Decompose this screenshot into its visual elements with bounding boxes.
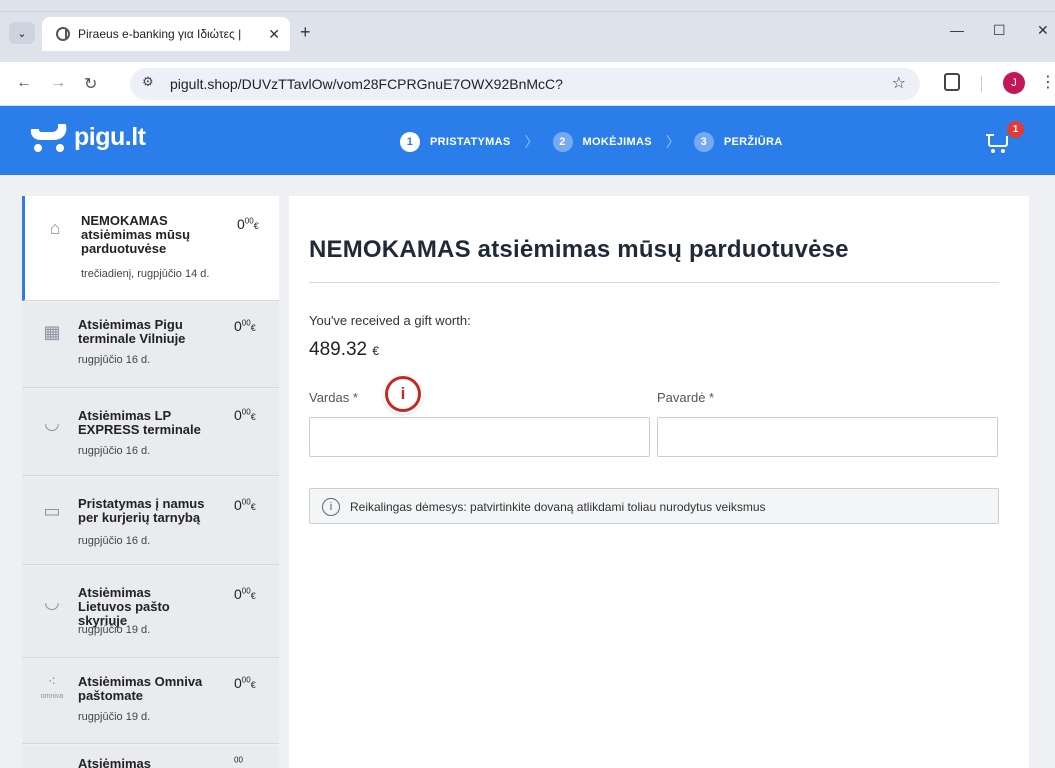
delivery-details-panel: NEMOKAMAS atsiėmimas mūsų parduotuvėse Y… <box>289 196 1029 768</box>
step-label: PRISTATYMAS <box>430 136 511 148</box>
toolbar-separator <box>981 76 982 92</box>
step-delivery[interactable]: 1 PRISTATYMAS <box>400 132 511 152</box>
gift-label: You've received a gift worth: <box>309 313 471 328</box>
info-icon: i <box>322 498 340 516</box>
back-arrow-icon[interactable]: ← <box>16 74 32 92</box>
delivery-option-courier[interactable]: ▭ Pristatymas į namus per kurjerių tarny… <box>22 477 279 565</box>
site-settings-icon[interactable]: ⚙ <box>142 74 154 90</box>
new-tab-button[interactable]: + <box>300 22 311 43</box>
pigu-cart-logo-icon <box>29 123 71 152</box>
address-bar-row: ← → ↻ ⚙ pigult.shop/DUVzTTavlOw/vom28FCP… <box>0 62 1055 106</box>
step-label: PERŽIŪRA <box>723 136 783 148</box>
cart-count-badge: 1 <box>1007 121 1024 138</box>
step-separator-icon: 〉 <box>524 134 539 150</box>
logo-text: pigu.lt <box>74 123 146 151</box>
delivery-option-price: 000€ <box>234 586 256 602</box>
globe-icon <box>56 27 70 41</box>
url-text[interactable]: pigult.shop/DUVzTTavlOw/vom28FCPRGnuE7OW… <box>170 76 563 92</box>
last-name-input[interactable] <box>657 417 998 457</box>
delivery-option-pigu-terminal[interactable]: ▦ Atsiėmimas Pigu terminale Vilniuje rug… <box>22 302 279 388</box>
delivery-option-date: rugpjūčio 16 d. <box>78 445 151 457</box>
tab-title: Piraeus e-banking για Ιδιώτες | <box>78 27 242 41</box>
delivery-option-title: Atsiėmimas <box>78 756 151 768</box>
step-review[interactable]: 3 PERŽIŪRA <box>693 132 783 152</box>
delivery-option-price: 000€ <box>234 318 256 334</box>
bookmark-star-icon[interactable]: ☆ <box>892 73 906 93</box>
delivery-option-date: rugpjūčio 19 d. <box>78 624 151 636</box>
delivery-option-title: Atsiėmimas Pigu terminale Vilniuje <box>78 317 186 346</box>
step-number: 2 <box>552 132 573 152</box>
delivery-option-omniva[interactable]: ⁖ omniva Atsiėmimas Omniva paštomate rugp… <box>22 659 279 744</box>
title-divider <box>309 282 999 283</box>
attention-notice: i Reikalingas dėmesys: patvirtinkite dov… <box>309 488 999 524</box>
profile-avatar[interactable]: J <box>1003 72 1025 94</box>
delivery-option-title: NEMOKAMAS atsiėmimas mūsų parduotuvėse <box>81 213 191 256</box>
delivery-option-date: rugpjūčio 16 d. <box>78 354 151 366</box>
tab-search-button[interactable]: ⌄ <box>9 22 35 44</box>
extensions-icon[interactable] <box>944 73 960 91</box>
forward-arrow-icon[interactable]: → <box>50 74 66 92</box>
delivery-option-title: Atsiėmimas Omniva paštomate <box>78 674 203 703</box>
delivery-option-price: 000€ <box>234 407 256 423</box>
notice-text: Reikalingas dėmesys: patvirtinkite dovan… <box>350 500 766 514</box>
locker-icon: ▦ <box>43 322 61 342</box>
reload-icon[interactable]: ↻ <box>84 74 97 94</box>
browser-tab[interactable]: Piraeus e-banking για Ιδιώτες | ✕ <box>42 17 290 51</box>
browser-menu-icon[interactable]: ⋮ <box>1040 72 1055 92</box>
screen-top-strip <box>0 0 1055 12</box>
delivery-option-price: 000€ <box>234 497 256 513</box>
delivery-option-date: rugpjūčio 19 d. <box>78 711 151 723</box>
minimize-button[interactable]: — <box>950 22 964 38</box>
step-label: MOKĖJIMAS <box>582 136 652 148</box>
delivery-option-store-pickup[interactable]: ⌂ NEMOKAMAS atsiėmimas mūsų parduotuvėse… <box>22 196 279 301</box>
address-bar[interactable]: ⚙ pigult.shop/DUVzTTavlOw/vom28FCPRGnuE7… <box>130 68 920 100</box>
browser-tab-strip: ⌄ Piraeus e-banking για Ιδιώτες | ✕ + — … <box>0 0 1055 62</box>
close-window-button[interactable]: ✕ <box>1037 22 1049 39</box>
horn-icon: ◡ <box>44 413 60 433</box>
maximize-button[interactable]: ☐ <box>993 22 1006 39</box>
delivery-option-title: Pristatymas į namus per kurjerių tarnybą <box>78 496 205 525</box>
last-name-label: Pavardė * <box>657 390 715 405</box>
delivery-option-lithuanian-post[interactable]: ◡ Atsiėmimas Lietuvos pašto skyriuje rug… <box>22 566 279 658</box>
checkout-steps: 1 PRISTATYMAS 〉 2 MOKĖJIMAS 〉 3 PERŽIŪRA <box>400 132 782 152</box>
delivery-option-price: 000€ <box>234 675 256 691</box>
delivery-option-title: Atsiėmimas Lietuvos pašto skyriuje <box>78 585 170 628</box>
first-name-label: Vardas * <box>309 390 358 405</box>
tab-close-icon[interactable]: ✕ <box>268 26 280 43</box>
info-annotation-marker: i <box>385 376 421 412</box>
gift-value: 489.32 € <box>309 339 380 360</box>
step-number: 3 <box>693 132 714 152</box>
step-number: 1 <box>400 132 420 152</box>
delivery-options-list: ⌂ NEMOKAMAS atsiėmimas mūsų parduotuvėse… <box>22 196 279 768</box>
truck-icon: ▭ <box>43 501 61 521</box>
delivery-option-lp-express[interactable]: ◡ Atsiėmimas LP EXPRESS terminale rugpjū… <box>22 389 279 476</box>
delivery-option-partial[interactable]: Atsiėmimas 00 <box>22 745 279 768</box>
delivery-option-price: 000€ <box>237 216 259 232</box>
cart-icon[interactable] <box>986 130 1010 153</box>
omniva-icon: ⁖ omniva <box>40 673 64 700</box>
delivery-option-title: Atsiėmimas LP EXPRESS terminale <box>78 408 201 437</box>
step-payment[interactable]: 2 MOKĖJIMAS <box>552 132 652 152</box>
store-icon: ⌂ <box>49 218 61 238</box>
delivery-option-price: 00 <box>234 755 243 765</box>
post-horn-icon: ◡ <box>44 592 60 612</box>
page-title: NEMOKAMAS atsiėmimas mūsų parduotuvėse <box>309 236 849 263</box>
site-header: pigu.lt 1 PRISTATYMAS 〉 2 MOKĖJIMAS 〉 3 … <box>0 106 1055 175</box>
first-name-input[interactable] <box>309 417 650 457</box>
delivery-option-date: rugpjūčio 16 d. <box>78 535 151 547</box>
omniva-caption: omniva <box>40 693 64 700</box>
step-separator-icon: 〉 <box>665 134 680 150</box>
delivery-option-date: trečiadienį, rugpjūčio 14 d. <box>81 268 210 280</box>
pigu-logo[interactable]: pigu.lt <box>29 123 146 152</box>
